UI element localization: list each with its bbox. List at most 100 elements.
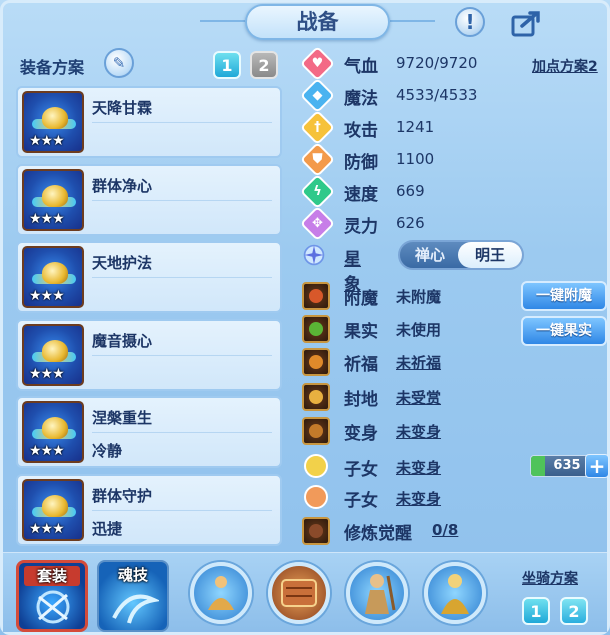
counter-fill xyxy=(531,456,545,476)
attribute-icon xyxy=(302,417,330,445)
stat-row: ✥ 灵力 626 xyxy=(299,205,522,242)
attribute-value[interactable]: 未变身 xyxy=(396,488,441,509)
equipment-icon: ★★★ xyxy=(22,323,84,386)
divider xyxy=(92,354,272,356)
equipment-name: 群体净心 xyxy=(92,176,153,195)
equipment-card[interactable]: ★★★ 魔音摄心 xyxy=(16,318,282,391)
meditating-figure-icon xyxy=(208,576,234,610)
equipment-plan-1-button[interactable]: 1 xyxy=(213,51,241,79)
divider xyxy=(92,432,272,433)
pencil-icon: ✎ xyxy=(112,54,126,72)
constellation-option-chanxin[interactable]: 禅心 xyxy=(400,242,460,268)
star-rating: ★★★ xyxy=(29,133,65,149)
equipment-trait: 冷静 xyxy=(92,442,123,460)
stat-value: 626 xyxy=(396,214,425,232)
equipment-icon: ★★★ xyxy=(22,246,84,308)
stat-value: 669 xyxy=(396,182,425,200)
equipment-plan-2-button[interactable]: 2 xyxy=(250,51,278,79)
equipment-plan-label: 装备方案 xyxy=(20,58,85,77)
equipment-name: 涅槃重生 xyxy=(92,409,153,427)
constellation-toggle[interactable]: 禅心 明王 xyxy=(398,240,524,270)
soul-skill-tab[interactable]: 魂技 xyxy=(97,560,169,632)
warrior-figure-icon xyxy=(365,574,396,614)
attribute-value[interactable]: 未祈福 xyxy=(396,352,441,373)
star-rating: ★★★ xyxy=(29,443,65,459)
attribute-label: 修炼觉醒 xyxy=(344,524,412,544)
star-rating: ★★★ xyxy=(29,288,65,304)
stat-row: ϟ 速度 669 xyxy=(299,173,522,210)
equipment-card[interactable]: ★★★ 天降甘霖 xyxy=(16,86,282,158)
stat-label: 灵力 xyxy=(344,217,378,237)
share-button[interactable] xyxy=(510,8,544,38)
attribute-label: 子女 xyxy=(344,491,378,511)
stat-label: 速度 xyxy=(344,185,378,205)
attribute-label: 变身 xyxy=(344,424,378,444)
attribute-icon xyxy=(302,383,330,411)
title-decoration-left xyxy=(200,20,245,22)
attribute-label: 果实 xyxy=(344,322,378,342)
stat-icon: ♥ xyxy=(299,45,336,82)
mount-plan-label[interactable]: 坐骑方案 xyxy=(522,568,578,588)
avatar-orb-warrior[interactable] xyxy=(346,562,408,624)
divider xyxy=(92,277,272,278)
scroll-icon xyxy=(281,579,317,607)
attribute-label: 附魔 xyxy=(344,289,378,309)
constellation-option-mingwang[interactable]: 明王 xyxy=(458,242,522,268)
attribute-value[interactable]: 未受赏 xyxy=(396,387,441,408)
edit-plan-button[interactable]: ✎ xyxy=(104,48,134,78)
stat-row: ⛊ 防御 1100 xyxy=(299,141,522,178)
attribute-icon xyxy=(302,282,330,310)
one-click-fruit-button[interactable]: 一键果实 xyxy=(521,316,607,346)
one-click-enchant-button[interactable]: 一键附魔 xyxy=(521,281,607,311)
attribute-label: 祈福 xyxy=(344,355,378,375)
equipment-card[interactable]: ★★★ 天地护法 xyxy=(16,241,282,313)
equipment-name: 魔音摄心 xyxy=(92,331,153,350)
stat-label: 气血 xyxy=(344,57,378,77)
counter-value: 635 xyxy=(553,458,581,473)
attribute-value[interactable]: 0/8 xyxy=(432,521,458,539)
stat-row: † 攻击 1241 xyxy=(299,109,522,146)
equipment-card[interactable]: ★★★ 涅槃重生 冷静 xyxy=(16,396,282,468)
equipment-trait: 迅捷 xyxy=(92,519,123,538)
attribute-value[interactable]: 未变身 xyxy=(396,421,441,442)
info-button[interactable]: ! xyxy=(455,7,485,37)
equipment-card[interactable]: ★★★ 群体净心 xyxy=(16,163,282,236)
child-icon xyxy=(304,485,328,509)
star-rating: ★★★ xyxy=(29,210,65,227)
stat-row: ♥ 气血 9720/9720 xyxy=(299,45,522,82)
suit-emblem-icon xyxy=(36,590,70,624)
child-points-counter: 635 + xyxy=(530,454,609,478)
equipment-card[interactable]: ★★★ 群体守护 迅捷 xyxy=(16,473,282,546)
stat-label: 防御 xyxy=(344,153,378,173)
divider xyxy=(92,122,272,123)
suit-tab[interactable]: 套装 xyxy=(16,560,88,632)
attribute-plan-link[interactable]: 加点方案2 xyxy=(532,56,598,76)
divider xyxy=(92,199,272,201)
attribute-row: 修炼觉醒 0/8 xyxy=(302,517,517,545)
golden-figure-icon xyxy=(441,574,469,614)
mount-plan-1-button[interactable]: 1 xyxy=(522,597,550,625)
equipment-icon: ★★★ xyxy=(22,91,84,153)
attribute-row: 祈福 未祈福 xyxy=(302,348,517,376)
avatar-orb-golden[interactable] xyxy=(424,562,486,624)
add-points-button[interactable]: + xyxy=(585,454,609,478)
page-title: 战备 xyxy=(245,4,390,40)
suit-tab-label: 套装 xyxy=(24,566,80,586)
mount-plan-2-button[interactable]: 2 xyxy=(560,597,588,625)
child-icon xyxy=(304,454,328,478)
stat-row: ◆ 魔法 4533/4533 xyxy=(299,77,522,114)
attribute-value[interactable]: 未变身 xyxy=(396,457,441,478)
avatar-orb-monk[interactable] xyxy=(190,562,252,624)
equipment-name: 群体守护 xyxy=(92,486,153,505)
exclamation-icon: ! xyxy=(465,10,475,34)
attribute-icon xyxy=(302,348,330,376)
attribute-icon xyxy=(302,517,330,545)
attribute-value: 未附魔 xyxy=(396,288,442,306)
attribute-row: 果实 未使用 xyxy=(302,315,517,343)
attribute-row: 变身 未变身 xyxy=(302,417,517,445)
stat-label: 攻击 xyxy=(344,121,378,141)
star-compass-icon xyxy=(303,244,325,266)
stat-icon: ✥ xyxy=(299,205,336,242)
avatar-orb-scroll[interactable] xyxy=(268,562,330,624)
equipment-icon: ★★★ xyxy=(22,478,84,541)
